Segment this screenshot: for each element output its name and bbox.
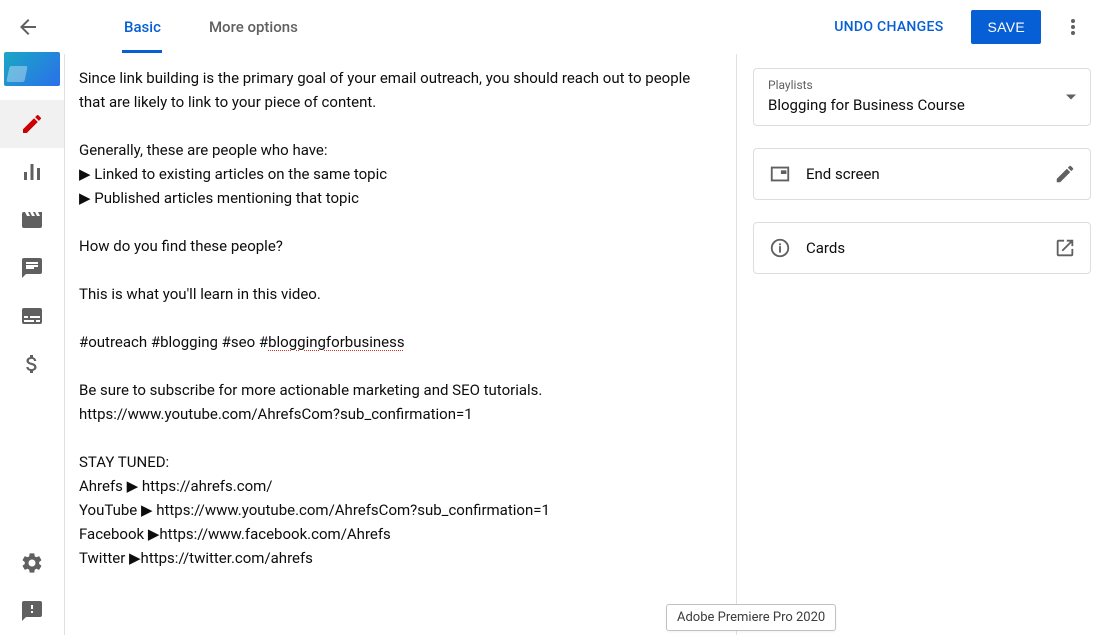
comment-icon: [20, 256, 44, 280]
body: Since link building is the primary goal …: [0, 54, 1105, 635]
gear-icon: [20, 551, 44, 575]
description-textarea[interactable]: Since link building is the primary goal …: [79, 66, 720, 570]
tab-more-options[interactable]: More options: [185, 0, 322, 53]
info-icon: [768, 237, 792, 259]
film-icon: [20, 208, 44, 232]
save-button[interactable]: SAVE: [971, 10, 1041, 44]
tab-basic[interactable]: Basic: [100, 0, 185, 53]
back-button[interactable]: [8, 7, 48, 47]
subtitles-icon: [20, 304, 44, 328]
undo-changes-button[interactable]: UNDO CHANGES: [824, 19, 953, 35]
topbar: Basic More options UNDO CHANGES SAVE: [0, 0, 1105, 53]
open-cards-button[interactable]: [1054, 237, 1076, 259]
open-in-new-icon: [1054, 237, 1076, 259]
tabs: Basic More options: [100, 0, 322, 53]
pencil-icon: [1054, 163, 1076, 185]
edit-end-screen-button[interactable]: [1054, 163, 1076, 185]
cards-label: Cards: [806, 239, 1040, 257]
end-screen-icon: [768, 163, 792, 185]
caret-down-icon: [1066, 95, 1076, 100]
end-screen-card[interactable]: End screen: [753, 148, 1091, 200]
arrow-left-icon: [16, 15, 40, 39]
rail-details[interactable]: [0, 100, 64, 148]
playlists-label: Playlists: [768, 78, 1076, 92]
cards-card[interactable]: Cards: [753, 222, 1091, 274]
more-vert-icon: [1061, 15, 1085, 39]
rail-comments[interactable]: [0, 244, 64, 292]
end-screen-label: End screen: [806, 165, 1040, 183]
side-column: Playlists Blogging for Business Course E…: [737, 54, 1105, 635]
content-area: Since link building is the primary goal …: [64, 54, 1105, 635]
analytics-icon: [20, 160, 44, 184]
rail-editor[interactable]: [0, 196, 64, 244]
rail-subtitles[interactable]: [0, 292, 64, 340]
rail-monetization[interactable]: [0, 340, 64, 388]
dollar-icon: [20, 352, 44, 376]
siderail: [0, 54, 64, 635]
video-thumbnail[interactable]: [4, 52, 60, 86]
rail-feedback[interactable]: [0, 587, 64, 635]
playlists-select[interactable]: Playlists Blogging for Business Course: [753, 68, 1091, 126]
dock-tooltip: Adobe Premiere Pro 2020: [666, 604, 836, 631]
feedback-icon: [20, 599, 44, 623]
more-menu-button[interactable]: [1053, 7, 1093, 47]
pencil-icon: [20, 112, 44, 136]
description-column: Since link building is the primary goal …: [65, 54, 737, 635]
rail-analytics[interactable]: [0, 148, 64, 196]
playlists-value: Blogging for Business Course: [768, 96, 1076, 114]
rail-settings[interactable]: [0, 539, 64, 587]
